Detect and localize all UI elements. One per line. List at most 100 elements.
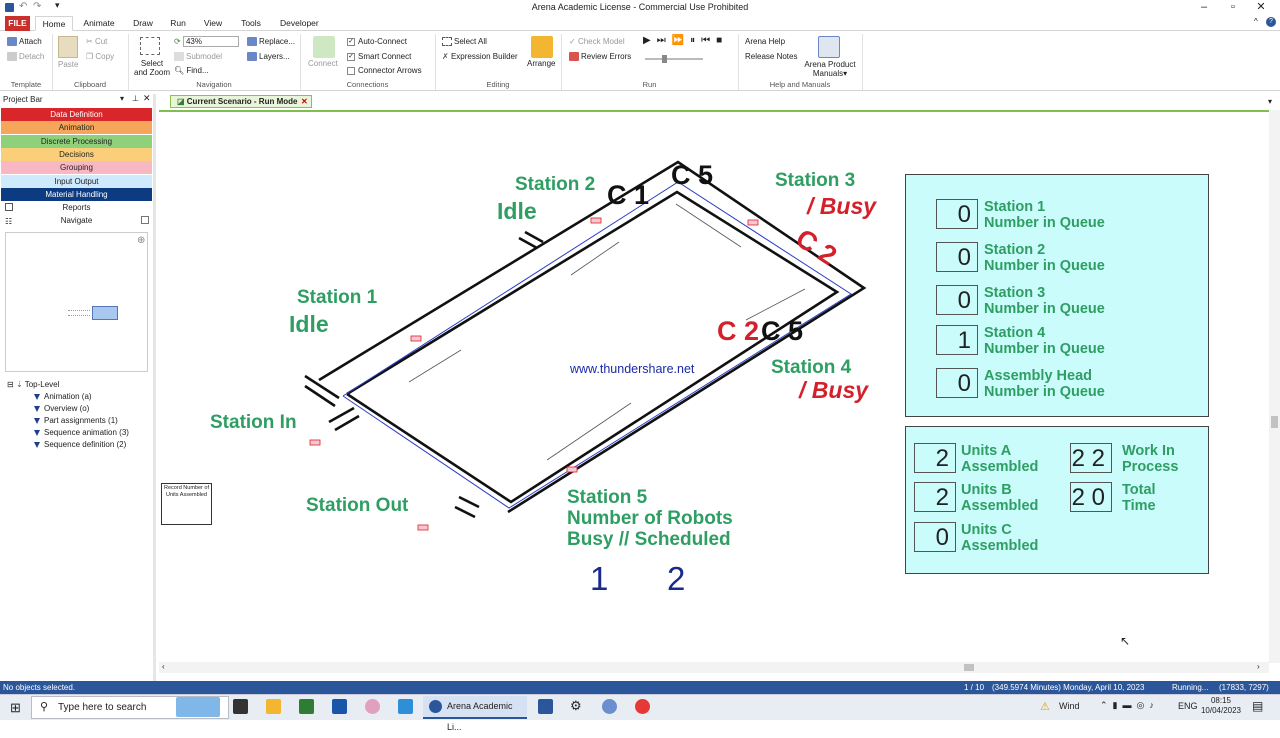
slider-thumb[interactable] — [662, 55, 667, 63]
help-icon[interactable]: ? — [1266, 17, 1276, 27]
minimize-button[interactable]: – — [1189, 0, 1219, 15]
stop-icon[interactable]: ■ — [716, 35, 728, 46]
connect-icon[interactable] — [313, 36, 335, 58]
expand-icon[interactable]: ⊕ — [137, 235, 145, 246]
cut-button[interactable]: ✂ Cut — [86, 37, 107, 46]
app-icon[interactable] — [398, 699, 413, 714]
tab-file[interactable]: FILE — [5, 16, 30, 31]
tab-home[interactable]: Home — [35, 16, 73, 31]
tree-item[interactable]: Part assignments (1) — [34, 416, 118, 425]
navigate-panel-button[interactable]: ☷ Navigate — [1, 214, 152, 227]
step-icon[interactable]: ⏭ — [657, 35, 672, 46]
ribbon-collapse-icon[interactable]: ^ — [1254, 17, 1258, 26]
arrange-icon[interactable] — [531, 36, 553, 58]
select-zoom-icon[interactable] — [140, 37, 160, 55]
zoom-control[interactable]: ⟳ 43% — [174, 36, 239, 47]
notifications-icon[interactable]: ▤ — [1252, 699, 1263, 713]
detach-button[interactable]: Detach — [7, 52, 44, 62]
panel-material-handling[interactable]: Material Handling — [1, 187, 152, 201]
product-manuals-icon[interactable] — [818, 36, 840, 58]
language-indicator[interactable]: ENG — [1178, 701, 1198, 711]
tree-item[interactable]: Overview (o) — [34, 404, 89, 413]
pin-icon[interactable]: ⊥ — [132, 94, 139, 103]
horizontal-scrollbar[interactable]: ‹ › — [159, 662, 1269, 673]
panel-grouping[interactable]: Grouping — [1, 161, 152, 175]
app-icon[interactable] — [602, 699, 617, 714]
panel-discrete-processing[interactable]: Discrete Processing — [1, 134, 152, 148]
taskbar-arena-window[interactable]: Arena Academic Li... — [423, 696, 527, 732]
tab-view[interactable]: View — [198, 16, 228, 31]
vertical-scroll-thumb[interactable] — [1271, 416, 1278, 428]
tray-icons[interactable]: ⌃▮▬◎♪ — [1100, 700, 1159, 711]
scroll-right-icon[interactable]: › — [1257, 662, 1260, 671]
record-module[interactable]: Record Number of Units Assembled — [161, 483, 212, 525]
chrome-icon[interactable] — [635, 699, 650, 714]
arena-help-button[interactable]: Arena Help — [745, 37, 785, 46]
fast-forward-icon[interactable]: ⏩ — [672, 35, 690, 46]
zoom-input[interactable]: 43% — [182, 36, 239, 47]
copy-button[interactable]: ❐ Copy — [86, 52, 114, 61]
app-icon[interactable] — [538, 699, 553, 714]
review-errors-button[interactable]: Review Errors — [569, 52, 631, 62]
task-view-icon[interactable] — [233, 699, 248, 714]
weather-text[interactable]: Wind — [1059, 701, 1080, 711]
navigate-thumbnail[interactable]: ⊕ — [5, 232, 148, 372]
pause-icon[interactable]: ⏸ — [690, 35, 701, 46]
replace-button[interactable]: Replace... — [247, 37, 295, 47]
thumbnail-viewport[interactable] — [92, 306, 118, 320]
auto-connect-checkbox[interactable]: ✓ Auto-Connect — [347, 37, 407, 46]
tab-animate[interactable]: Animate — [78, 16, 120, 31]
navigate-options-icon[interactable] — [141, 216, 149, 224]
start-over-icon[interactable]: ⏮ — [701, 35, 716, 46]
reports-panel-button[interactable]: Reports — [1, 201, 152, 214]
maximize-button[interactable]: ▫ — [1218, 0, 1248, 15]
horizontal-scroll-thumb[interactable] — [964, 664, 974, 671]
collapse-icon[interactable]: ⊟ — [7, 380, 16, 389]
tab-current-scenario[interactable]: ◪ Current Scenario - Run Mode ✕ — [170, 95, 312, 108]
submodel-button[interactable]: Submodel — [174, 52, 222, 62]
tab-run[interactable]: Run — [165, 16, 191, 31]
select-and-zoom-button[interactable]: Select and Zoom — [134, 59, 170, 77]
close-button[interactable]: ✕ — [1246, 0, 1276, 15]
tab-draw[interactable]: Draw — [128, 16, 158, 31]
calculator-icon[interactable] — [299, 699, 314, 714]
select-all-button[interactable]: Select All — [442, 37, 487, 47]
app-icon[interactable] — [332, 699, 347, 714]
panel-input-output[interactable]: Input Output — [1, 174, 152, 188]
play-icon[interactable]: ▶ — [643, 35, 657, 46]
dropdown-icon[interactable]: ▾ — [120, 94, 124, 103]
tree-root[interactable]: ⊟ ⇣ Top-Level — [7, 380, 59, 389]
tab-developer[interactable]: Developer — [276, 16, 322, 31]
settings-icon[interactable]: ⚙ — [570, 698, 582, 714]
windows-start-icon[interactable]: ⊞ — [10, 700, 21, 716]
file-explorer-icon[interactable] — [266, 699, 281, 714]
product-manuals-button[interactable]: Arena Product Manuals▾ — [803, 60, 857, 78]
app-icon[interactable] — [365, 699, 380, 714]
weather-icon[interactable]: ⚠ — [1040, 700, 1050, 713]
tree-item[interactable]: Sequence animation (3) — [34, 428, 129, 437]
paste-button[interactable]: Paste — [58, 60, 78, 69]
panel-animation[interactable]: Animation — [1, 121, 152, 135]
scroll-left-icon[interactable]: ‹ — [162, 662, 165, 671]
model-canvas[interactable]: Station 2 Idle Station 3 / Busy Station … — [159, 110, 1269, 662]
expression-builder-button[interactable]: ✗ Expression Builder — [442, 52, 518, 61]
connector-arrows-checkbox[interactable]: Connector Arrows — [347, 66, 422, 75]
vertical-scrollbar[interactable] — [1269, 110, 1280, 663]
close-tab-icon[interactable]: ✕ — [301, 96, 308, 107]
tab-tools[interactable]: Tools — [236, 16, 266, 31]
attach-button[interactable]: Attach — [7, 37, 42, 47]
panel-data-definition[interactable]: Data Definition — [1, 108, 152, 121]
layers-button[interactable]: Layers... — [247, 52, 290, 62]
tab-list-icon[interactable]: ▾ — [1268, 97, 1272, 106]
check-model-button[interactable]: ✓ Check Model — [569, 37, 625, 46]
arrange-button[interactable]: Arrange — [527, 59, 555, 68]
find-button[interactable]: 🔍︎ Find... — [174, 66, 209, 75]
tree-item[interactable]: Sequence definition (2) — [34, 440, 126, 449]
smart-connect-checkbox[interactable]: ✓ Smart Connect — [347, 52, 411, 61]
connect-button[interactable]: Connect — [308, 59, 338, 68]
panel-decisions[interactable]: Decisions — [1, 147, 152, 161]
animation-speed-slider[interactable] — [645, 58, 703, 60]
clock[interactable]: 08:15 10/04/2023 — [1199, 696, 1243, 716]
splitter[interactable] — [153, 94, 156, 681]
close-icon[interactable]: ✕ — [143, 93, 151, 104]
